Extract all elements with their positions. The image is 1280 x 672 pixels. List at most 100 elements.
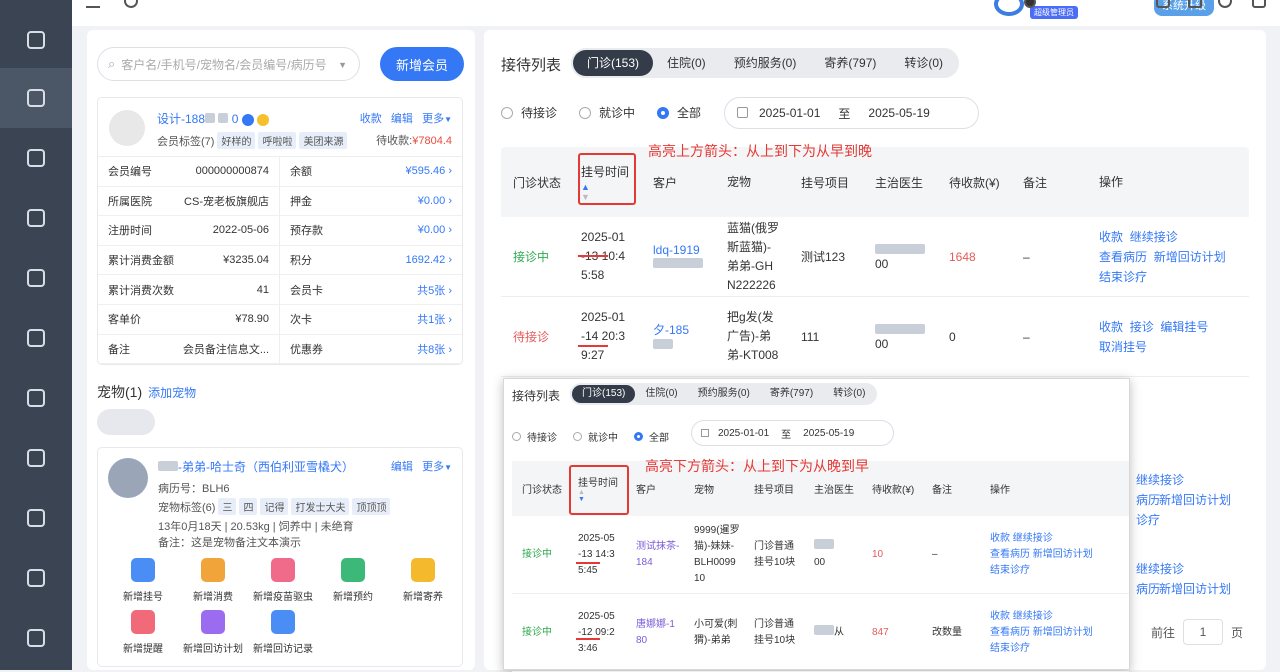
collect-link[interactable]: 收款	[990, 611, 1010, 622]
tab-appointment[interactable]: 预约服务(0)	[688, 385, 760, 403]
check-icon[interactable]	[1156, 0, 1170, 8]
filter-waiting[interactable]: 待接诊	[512, 429, 557, 444]
sidebar-item-trend[interactable]	[0, 488, 72, 548]
tab-outpatient[interactable]: 门诊(153)	[573, 50, 654, 76]
add-followup-link[interactable]: 新增回访计划	[1033, 549, 1093, 560]
partial-op[interactable]: 病历	[1136, 580, 1160, 597]
sidebar-item-store[interactable]	[0, 308, 72, 368]
sidebar-item-chat[interactable]	[0, 548, 72, 608]
quick-action[interactable]: 新增预约	[318, 558, 388, 610]
end-treatment-link[interactable]: 结束诊疗	[1099, 270, 1147, 284]
quick-action[interactable]: 新增疫苗驱虫	[248, 558, 318, 610]
menu-icon[interactable]	[86, 0, 100, 8]
member-owe: 待收款:¥7804.4	[376, 135, 452, 147]
add-followup-link[interactable]: 新增回访计划	[1154, 250, 1226, 264]
partial-op[interactable]: 诊疗	[1136, 511, 1160, 528]
tab-outpatient[interactable]: 门诊(153)	[572, 385, 636, 403]
sidebar-item-home[interactable]	[0, 128, 72, 188]
tab-boarding[interactable]: 寄养(797)	[810, 50, 890, 76]
sidebar-item-medical[interactable]	[0, 188, 72, 248]
quick-action[interactable]: 新增消费	[178, 558, 248, 610]
end-treatment-link[interactable]: 结束诊疗	[990, 565, 1030, 576]
help-icon[interactable]	[1218, 0, 1232, 8]
collect-link[interactable]: 收款	[990, 533, 1010, 544]
date-from[interactable]: 2025-01-01	[759, 106, 820, 120]
refresh-icon[interactable]	[124, 0, 138, 8]
quick-action[interactable]: 新增提醒	[108, 610, 178, 662]
filter-all[interactable]: 全部	[657, 104, 701, 121]
row-time: 2025-01 -14 20:3 9:27	[581, 310, 626, 362]
sidebar-item-monitor[interactable]	[0, 10, 72, 70]
page-input[interactable]: 1	[1183, 619, 1224, 645]
collect-button[interactable]: 收款	[360, 113, 382, 125]
row-customer[interactable]: 唐娜娜-1 80	[628, 617, 686, 649]
tab-referral[interactable]: 转诊(0)	[890, 50, 957, 76]
date-range-picker[interactable]: 2025-01-01 至 2025-05-19	[724, 97, 979, 129]
accept-link[interactable]: 接诊	[1130, 320, 1154, 334]
row-customer[interactable]: ldq-1919	[643, 243, 717, 271]
filter-in-progress[interactable]: 就诊中	[579, 104, 635, 121]
date-to[interactable]: 2025-05-19	[868, 106, 929, 120]
more-button[interactable]: 更多	[422, 113, 444, 125]
add-pet-link[interactable]: 添加宠物	[148, 386, 196, 400]
tab-appointment[interactable]: 预约服务(0)	[720, 50, 811, 76]
collect-link[interactable]: 收款	[1099, 320, 1123, 334]
continue-link[interactable]: 继续接诊	[1013, 533, 1053, 544]
partial-op[interactable]: 新增回访计划	[1159, 580, 1231, 597]
filter-waiting[interactable]: 待接诊	[501, 104, 557, 121]
pet-more-button[interactable]: 更多	[422, 461, 444, 473]
quick-action[interactable]: 新增回访计划	[178, 610, 248, 662]
sidebar-item-reception[interactable]	[0, 68, 72, 128]
overlay-tabs: 门诊(153) 住院(0) 预约服务(0) 寄养(797) 转诊(0)	[570, 383, 878, 405]
sidebar-item-cube[interactable]	[0, 608, 72, 668]
date-range-picker[interactable]: 2025-01-01 至 2025-05-19	[691, 420, 894, 446]
add-followup-link[interactable]: 新增回访计划	[1033, 627, 1093, 638]
tab-inpatient[interactable]: 住院(0)	[635, 385, 687, 403]
caret-down-icon[interactable]: ▼	[338, 60, 347, 70]
filter-in-progress[interactable]: 就诊中	[573, 429, 618, 444]
member-info-right[interactable]: 会员卡 共5张 ›	[280, 275, 462, 304]
end-treatment-link[interactable]: 结束诊疗	[990, 643, 1030, 654]
member-name[interactable]: 设计-188 0	[157, 110, 270, 127]
edit-registration-link[interactable]: 编辑挂号	[1160, 320, 1208, 334]
pet-chip[interactable]	[97, 409, 155, 435]
tab-boarding[interactable]: 寄养(797)	[760, 385, 823, 403]
row-customer[interactable]: 夕-185	[643, 321, 717, 352]
view-record-link[interactable]: 查看病历	[990, 549, 1030, 560]
row-customer[interactable]: 测试抹茶- 184	[628, 539, 686, 571]
collect-link[interactable]: 收款	[1099, 230, 1123, 244]
edit-button[interactable]: 编辑	[391, 113, 413, 125]
continue-link[interactable]: 继续接诊	[1130, 230, 1178, 244]
continue-link[interactable]: 继续接诊	[1013, 611, 1053, 622]
bell-icon[interactable]	[1188, 0, 1202, 8]
cancel-registration-link[interactable]: 取消挂号	[1099, 340, 1147, 354]
exit-icon[interactable]	[1252, 0, 1266, 8]
partial-op[interactable]: 继续接诊	[1136, 471, 1184, 488]
view-record-link[interactable]: 查看病历	[1099, 250, 1147, 264]
pet-name[interactable]: -弟弟-哈士奇（西伯利亚雪橇犬）	[158, 458, 354, 475]
member-info-right[interactable]: 优惠券 共8张 ›	[280, 335, 462, 364]
view-record-link[interactable]: 查看病历	[990, 627, 1030, 638]
quick-action[interactable]: 新增寄养	[388, 558, 458, 610]
search-input[interactable]: ⌕ 客户名/手机号/宠物名/会员编号/病历号 ▼	[97, 47, 360, 81]
filter-all[interactable]: 全部	[634, 429, 669, 444]
member-info-right[interactable]: 押金 ¥0.00 ›	[280, 187, 462, 216]
user-avatar[interactable]	[994, 0, 1024, 16]
member-info-right[interactable]: 次卡 共1张 ›	[280, 305, 462, 334]
annotation-top: 高亮上方箭头：从上到下为从早到晚	[648, 143, 872, 159]
partial-op[interactable]: 继续接诊	[1136, 560, 1184, 577]
tab-inpatient[interactable]: 住院(0)	[653, 50, 720, 76]
new-member-button[interactable]: 新增会员	[380, 47, 464, 81]
sidebar-item-idea[interactable]	[0, 368, 72, 428]
tab-referral[interactable]: 转诊(0)	[823, 385, 875, 403]
sidebar-item-shop[interactable]	[0, 248, 72, 308]
member-info-right[interactable]: 余额 ¥595.46 ›	[280, 157, 462, 186]
member-info-right[interactable]: 预存款 ¥0.00 ›	[280, 216, 462, 245]
sidebar-item-stats[interactable]	[0, 428, 72, 488]
partial-op[interactable]: 病历	[1136, 491, 1160, 508]
member-info-right[interactable]: 积分 1692.42 ›	[280, 246, 462, 275]
quick-action[interactable]: 新增挂号	[108, 558, 178, 610]
pet-edit-button[interactable]: 编辑	[391, 461, 413, 473]
partial-op[interactable]: 新增回访计划	[1159, 491, 1231, 508]
quick-action[interactable]: 新增回访记录	[248, 610, 318, 662]
